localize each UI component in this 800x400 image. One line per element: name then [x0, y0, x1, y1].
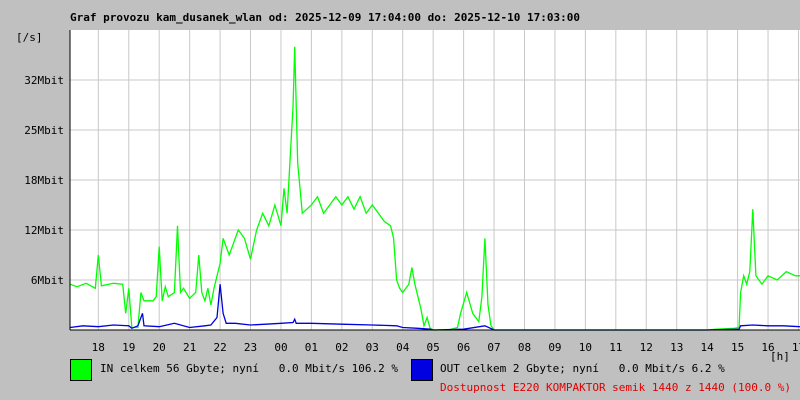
x-tick-label: 02	[335, 341, 348, 354]
series-line-in	[69, 46, 800, 331]
x-tick-label: 08	[518, 341, 531, 354]
y-tick-label: 32Mbit	[24, 74, 64, 87]
x-tick-label: 14	[701, 341, 715, 354]
y-tick-label: 6Mbit	[31, 274, 64, 287]
y-tick-label: 18Mbit	[24, 174, 64, 187]
x-tick-label: 17	[792, 341, 800, 354]
x-tick-label: 23	[244, 341, 257, 354]
x-tick-label: 05	[427, 341, 440, 354]
series-group	[69, 46, 800, 331]
x-tick-label: 18	[92, 341, 105, 354]
x-tick-label: 01	[305, 341, 318, 354]
legend-in-swatch	[70, 359, 92, 381]
x-tick-label: 10	[579, 341, 592, 354]
y-axis-unit: [/s]	[16, 31, 43, 44]
grid	[70, 30, 800, 330]
legend-out-label: OUT celkem 2 Gbyte; nyní 0.0 Mbit/s 6.2 …	[440, 362, 725, 375]
legend-out-swatch	[411, 359, 433, 381]
traffic-chart: 6Mbit 12Mbit 18Mbit 25Mbit 32Mbit 18 19 20 21 22 2…	[16, 30, 800, 363]
x-tick-label: 09	[548, 341, 561, 354]
x-tick-label: 07	[487, 341, 500, 354]
x-tick-label: 13	[670, 341, 683, 354]
x-tick-label: 00	[274, 341, 287, 354]
y-tick-label: 25Mbit	[24, 124, 64, 137]
x-tick-label: 03	[366, 341, 379, 354]
series-line-out	[69, 284, 800, 331]
x-tick-label: 22	[213, 341, 226, 354]
legend-in-label: IN celkem 56 Gbyte; nyní 0.0 Mbit/s 106.…	[100, 362, 399, 375]
tick-labels: 6Mbit 12Mbit 18Mbit 25Mbit 32Mbit 18 19 20 21 22 2…	[24, 74, 800, 354]
y-tick-label: 12Mbit	[24, 224, 64, 237]
x-tick-label: 19	[122, 341, 135, 354]
x-tick-label: 21	[183, 341, 196, 354]
x-tick-label: 11	[609, 341, 622, 354]
availability-text: Dostupnost E220 KOMPAKTOR semik 1440 z 1…	[440, 381, 791, 394]
x-tick-label: 15	[731, 341, 744, 354]
x-tick-label: 06	[457, 341, 470, 354]
x-tick-label: 20	[153, 341, 166, 354]
x-tick-label: 12	[640, 341, 653, 354]
x-axis-unit: [h]	[770, 350, 790, 363]
x-tick-label: 04	[396, 341, 410, 354]
